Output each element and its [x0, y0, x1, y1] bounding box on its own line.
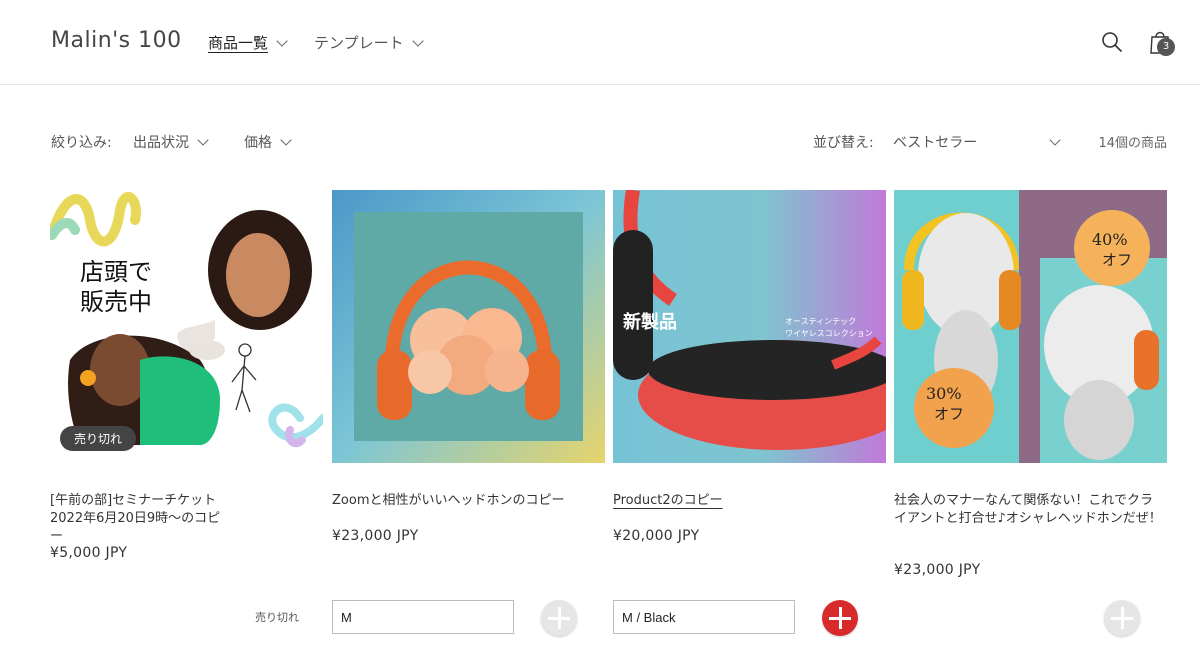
- plus-icon: [829, 607, 851, 629]
- image-caption: オフ: [934, 405, 964, 423]
- nav-templates-label: テンプレート: [314, 34, 404, 52]
- product-card[interactable]: 40% オフ 30% オフ 社会人のマナーなんて関係ない！これでクライアントと打…: [894, 190, 1167, 578]
- product-title[interactable]: Product2のコピー: [613, 492, 883, 510]
- filter-bar: 絞り込み: 出品状況 価格 並び替え: ベストセラー 14個の商品: [51, 132, 1167, 154]
- image-caption: オースティンテック: [785, 317, 856, 326]
- nav-templates[interactable]: テンプレート: [314, 32, 424, 53]
- filter-price-label: 価格: [244, 135, 272, 151]
- image-caption: 販売中: [80, 288, 152, 316]
- variant-select[interactable]: M / Black: [613, 600, 795, 634]
- product-price: ¥23,000 JPY: [332, 528, 419, 544]
- main-nav: 商品一覧 テンプレート: [208, 32, 424, 53]
- filter-price[interactable]: 価格: [244, 132, 292, 152]
- product-title[interactable]: [午前の部]セミナーチケット 2022年6月20日9時〜のコピー: [50, 492, 230, 546]
- image-caption: オフ: [1102, 251, 1132, 269]
- product-title[interactable]: Zoomと相性がいいヘッドホンのコピー: [332, 492, 602, 510]
- product-title[interactable]: 社会人のマナーなんて関係ない！これでクライアントと打合せ♪オシャレヘッドホンだぜ…: [894, 492, 1164, 528]
- plus-icon: [548, 607, 570, 629]
- image-caption: 40%: [1092, 230, 1128, 249]
- image-caption: 30%: [926, 384, 962, 403]
- add-to-cart-button[interactable]: [1104, 600, 1140, 636]
- filter-label: 絞り込み:: [51, 135, 112, 151]
- product-price: ¥5,000 JPY: [50, 545, 128, 561]
- product-image[interactable]: 新製品 オースティンテック ワイヤレスコレクション: [613, 190, 886, 463]
- product-card[interactable]: 店頭で 販売中 売り切れ [午前の部]セミナーチケット 2022年6月20日9時…: [50, 190, 323, 561]
- image-caption: 新製品: [623, 311, 677, 333]
- variant-select[interactable]: M: [332, 600, 514, 634]
- product-image[interactable]: 店頭で 販売中 売り切れ: [50, 190, 323, 463]
- product-image[interactable]: 40% オフ 30% オフ: [894, 190, 1167, 463]
- product-card[interactable]: 新製品 オースティンテック ワイヤレスコレクション Product2のコピー ¥…: [613, 190, 886, 544]
- search-icon[interactable]: [1101, 31, 1123, 53]
- filter-availability-label: 出品状況: [133, 135, 189, 151]
- store-logo[interactable]: Malin's 100: [51, 28, 182, 53]
- add-to-cart-button[interactable]: [822, 600, 858, 636]
- product-image-art: 40% オフ 30% オフ: [894, 190, 1167, 463]
- chevron-down-icon: [197, 134, 209, 146]
- product-price: ¥23,000 JPY: [894, 562, 981, 578]
- sort-label: 並び替え:: [813, 135, 874, 151]
- product-image[interactable]: [332, 190, 605, 463]
- image-caption: ワイヤレスコレクション: [785, 329, 873, 338]
- cart-count-badge: 3: [1157, 38, 1175, 56]
- site-header: Malin's 100 商品一覧 テンプレート 3: [0, 0, 1200, 85]
- chevron-down-icon: [411, 34, 424, 47]
- sort-select[interactable]: ベストセラー: [893, 132, 1061, 152]
- nav-products-label: 商品一覧: [208, 34, 269, 52]
- filter-availability[interactable]: 出品状況: [133, 132, 209, 152]
- sold-out-label: 売り切れ: [255, 611, 299, 624]
- product-card[interactable]: Zoomと相性がいいヘッドホンのコピー ¥23,000 JPY: [332, 190, 605, 544]
- sort-value: ベストセラー: [893, 135, 978, 151]
- chevron-down-icon: [1049, 134, 1061, 146]
- product-image-art: 店頭で 販売中: [50, 190, 323, 463]
- chevron-down-icon: [276, 34, 288, 47]
- plus-icon: [1111, 607, 1133, 629]
- chevron-down-icon: [280, 134, 292, 146]
- product-title-link[interactable]: Product2のコピー: [613, 493, 723, 508]
- add-to-cart-button[interactable]: [541, 600, 577, 636]
- nav-products[interactable]: 商品一覧: [208, 32, 288, 53]
- product-price: ¥20,000 JPY: [613, 528, 700, 544]
- sold-out-badge: 売り切れ: [60, 426, 137, 451]
- image-caption: 店頭で: [80, 258, 152, 286]
- product-image-art: [332, 190, 605, 463]
- product-count: 14個の商品: [1098, 136, 1167, 151]
- product-image-art: 新製品 オースティンテック ワイヤレスコレクション: [613, 190, 886, 463]
